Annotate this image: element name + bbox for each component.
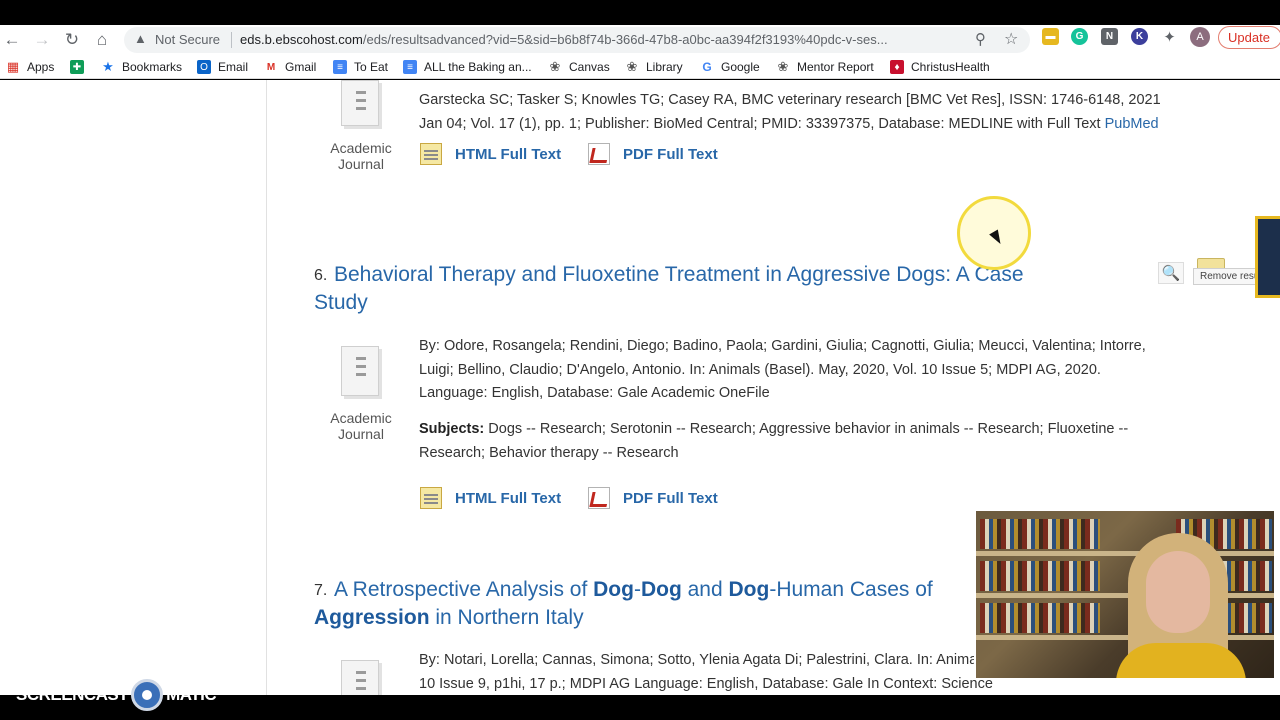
warning-icon: ▲ <box>134 31 147 46</box>
doc-type-label: Academic Journal <box>330 410 392 442</box>
bookmark-apps[interactable]: ▦ Apps <box>6 55 55 79</box>
grammarly-icon[interactable]: G <box>1071 28 1088 45</box>
bookmark-canvas[interactable]: ❀ Canvas <box>548 55 610 79</box>
byline: By: Odore, Rosangela; Rendini, Diego; Ba… <box>419 338 1146 354</box>
bookmark-label: Apps <box>27 60 55 74</box>
presenter-body <box>1116 643 1246 678</box>
pdf-document-icon <box>588 487 610 509</box>
left-sidebar <box>0 80 267 695</box>
academic-journal-icon <box>337 660 383 695</box>
screencast-logo-icon <box>131 679 164 711</box>
watermark-recorded-with: RECORDED WITH <box>16 662 107 674</box>
url-path: /eds/resultsadvanced?vid=5&sid=b6b8f74b-… <box>362 32 888 47</box>
url-host: eds.b.ebscohost.com <box>240 32 363 47</box>
screen: ← → ↻ ⌂ ▲ Not Secure eds.b.ebscohost.com… <box>0 0 1280 720</box>
forward-icon[interactable]: → <box>31 29 53 51</box>
pubmed-link[interactable]: PubMed <box>1105 116 1159 132</box>
bookmark-email[interactable]: O Email <box>197 55 248 79</box>
html-document-icon <box>420 143 442 165</box>
bookmark-label: Gmail <box>285 60 317 74</box>
result-6-html-full-text[interactable]: HTML Full Text <box>420 487 561 509</box>
notes-extension-icon[interactable]: ▬ <box>1042 28 1059 45</box>
home-icon[interactable]: ⌂ <box>91 29 113 51</box>
sheets-icon: ✚ <box>70 60 84 74</box>
bookmark-label: Canvas <box>569 60 610 74</box>
result-6-pdf-full-text[interactable]: PDF Full Text <box>588 487 718 509</box>
apps-grid-icon: ▦ <box>6 59 20 74</box>
update-button[interactable]: Update <box>1218 26 1280 49</box>
browser-toolbar: ← → ↻ ⌂ ▲ Not Secure eds.b.ebscohost.com… <box>0 25 1280 55</box>
doc-type-label: Academic Journal <box>330 140 392 172</box>
bookmark-label: Email <box>218 60 249 74</box>
subjects-text: Research; Behavior therapy -- Research <box>419 444 679 461</box>
html-document-icon <box>420 487 442 509</box>
presenter-face <box>1146 551 1210 633</box>
webcam-overlay <box>974 509 1276 680</box>
preview-magnifier-icon[interactable]: 🔍 <box>1158 262 1184 284</box>
docs-icon: ≡ <box>333 60 347 74</box>
christus-icon: ♦ <box>890 60 904 74</box>
pdf-document-icon <box>588 143 610 165</box>
address-separator <box>231 32 232 48</box>
reader-extension-icon[interactable]: N <box>1101 28 1118 45</box>
result-5-pdf-full-text[interactable]: PDF Full Text <box>588 143 718 165</box>
extensions-puzzle-icon[interactable]: ✦ <box>1161 28 1178 46</box>
result-6-title[interactable]: Behavioral Therapy and Fluoxetine Treatm… <box>314 261 1134 317</box>
bookmark-mentor-report[interactable]: ❀ Mentor Report <box>776 55 874 79</box>
feedback-tab[interactable] <box>1255 216 1280 298</box>
outlook-icon: O <box>197 60 211 74</box>
google-icon: G <box>702 60 712 74</box>
byline: Luigi; Bellino, Claudio; D'Angelo, Anton… <box>419 361 1101 378</box>
result-6-meta: By: Odore, Rosangela; Rendini, Diego; Ba… <box>419 335 1239 406</box>
gmail-icon: M <box>266 61 276 73</box>
texas-icon: ❀ <box>626 59 638 74</box>
docs-icon: ≡ <box>403 60 417 74</box>
result-5-html-full-text[interactable]: HTML Full Text <box>420 143 561 165</box>
bookmark-label: Bookmarks <box>122 60 183 74</box>
byline: Language: English, Database: Gale Academ… <box>419 385 770 401</box>
star-icon: ★ <box>102 59 114 74</box>
address-bar[interactable]: ▲ Not Secure eds.b.ebscohost.com/eds/res… <box>124 27 1030 53</box>
result-6-subjects: Subjects: Dogs -- Research; Serotonin --… <box>419 418 1239 465</box>
reload-icon[interactable]: ↻ <box>61 29 83 51</box>
bookmark-star-icon[interactable]: ☆ <box>1004 29 1018 49</box>
url-text[interactable]: eds.b.ebscohost.com/eds/resultsadvanced?… <box>240 32 960 47</box>
kami-icon[interactable]: K <box>1131 28 1148 45</box>
bookmark-christushealth[interactable]: ♦ ChristusHealth <box>890 55 990 79</box>
subjects-text: Dogs -- Research; Serotonin -- Research;… <box>484 421 1129 437</box>
texas-icon: ❀ <box>777 59 789 74</box>
bookmarks-bar: ▦ Apps ✚ ★ Bookmarks O Email M Gmail ≡ T… <box>0 55 1280 79</box>
academic-journal-icon <box>337 346 383 400</box>
result-5-meta: Garstecka SC; Tasker S; Knowles TG; Case… <box>419 89 1239 136</box>
watermark-screencast: SCREENCAST MATIC <box>16 679 217 711</box>
pdf-full-text-label: PDF Full Text <box>623 145 718 163</box>
bookmark-label: Google <box>721 60 760 74</box>
texas-icon: ❀ <box>549 59 561 74</box>
bookmark-google[interactable]: G Google <box>700 55 760 79</box>
bookmark-label: Library <box>646 60 683 74</box>
meta-line: Jan 04; Vol. 17 (1), pp. 1; Publisher: B… <box>419 115 1159 132</box>
bookmark-label: Mentor Report <box>797 60 874 74</box>
academic-journal-icon <box>337 80 383 134</box>
pdf-full-text-label: PDF Full Text <box>623 489 718 507</box>
bookmark-sheets[interactable]: ✚ <box>70 55 91 79</box>
security-label[interactable]: Not Secure <box>155 32 220 47</box>
html-full-text-label: HTML Full Text <box>455 145 562 163</box>
bookmark-label: ALL the Baking an... <box>424 60 532 74</box>
bookmark-gmail[interactable]: M Gmail <box>264 55 317 79</box>
bookmark-label: ChristusHealth <box>911 60 990 74</box>
bookmark-bookmarks[interactable]: ★ Bookmarks <box>101 55 182 79</box>
bookmark-baking[interactable]: ≡ ALL the Baking an... <box>403 55 532 79</box>
bookmark-to-eat[interactable]: ≡ To Eat <box>333 55 388 79</box>
html-full-text-label: HTML Full Text <box>455 489 562 507</box>
browser-tab-strip <box>0 0 1280 25</box>
bookmark-label: To Eat <box>354 60 389 74</box>
subjects-label: Subjects: <box>419 421 485 437</box>
bookmark-library[interactable]: ❀ Library <box>625 55 683 79</box>
zoom-icon[interactable]: ⚲ <box>975 30 986 48</box>
profile-avatar[interactable]: A <box>1190 27 1210 47</box>
back-icon[interactable]: ← <box>1 29 23 51</box>
meta-line: Garstecka SC; Tasker S; Knowles TG; Case… <box>419 92 1161 108</box>
